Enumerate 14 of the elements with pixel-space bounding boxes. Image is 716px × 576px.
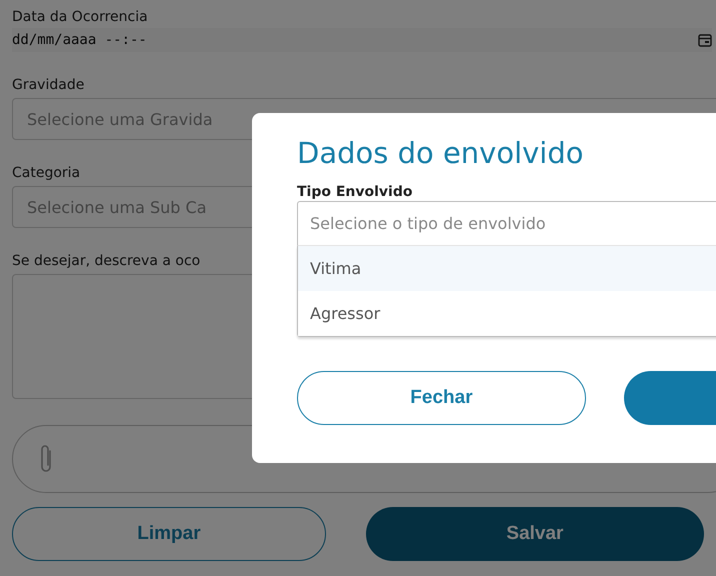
date-input-field[interactable]: dd/mm/aaaa --:-- xyxy=(12,28,712,52)
type-select[interactable]: Selecione o tipo de envolvido xyxy=(297,201,716,246)
close-button[interactable]: Fechar xyxy=(297,371,586,425)
clear-button[interactable]: Limpar xyxy=(12,507,326,561)
field-label: Se desejar, descreva a oco xyxy=(12,252,200,270)
dropdown-option[interactable]: Agressor xyxy=(298,291,716,336)
field-label: Tipo Envolvido xyxy=(297,183,414,201)
field-label: Data da Ocorrencia xyxy=(12,8,148,26)
calendar-icon[interactable] xyxy=(698,33,712,47)
save-button[interactable]: Salvar xyxy=(366,507,704,561)
field-label: Categoria xyxy=(12,164,80,182)
dropdown-option[interactable]: Vitima xyxy=(298,246,716,291)
dialog-title: Dados do envolvido xyxy=(297,135,585,171)
field-label: Gravidade xyxy=(12,76,84,94)
